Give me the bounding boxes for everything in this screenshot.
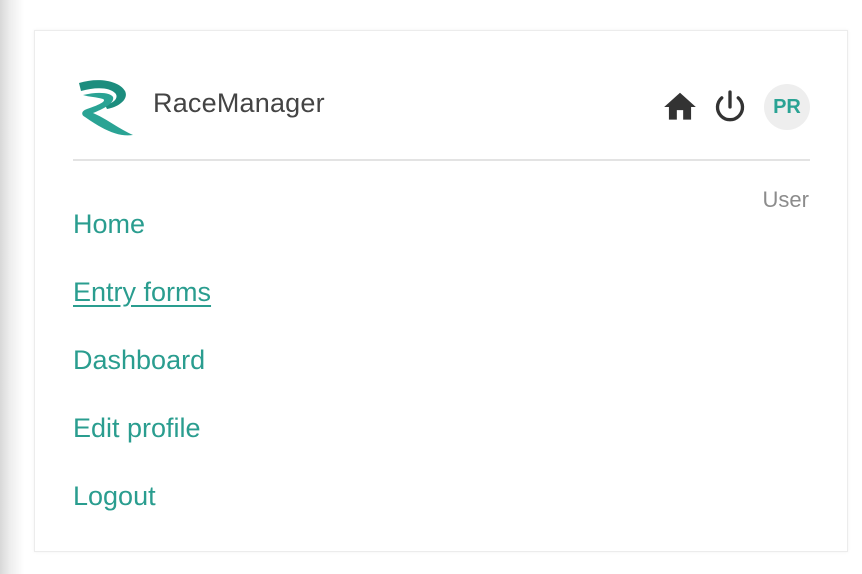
header-divider <box>73 159 810 161</box>
nav-link-edit-profile[interactable]: Edit profile <box>73 405 201 451</box>
logout-power-button[interactable] <box>710 87 750 127</box>
racemanager-logo[interactable] <box>73 75 137 139</box>
nav-menu: Home Entry forms Dashboard Edit profile … <box>73 201 211 541</box>
power-icon <box>715 90 745 122</box>
user-avatar[interactable]: PR <box>764 84 810 130</box>
page-edge-shadow <box>0 0 24 574</box>
nav-item-entry-forms: Entry forms <box>73 269 211 337</box>
nav-item-home: Home <box>73 201 211 269</box>
nav-link-dashboard[interactable]: Dashboard <box>73 337 205 383</box>
nav-item-edit-profile: Edit profile <box>73 405 211 473</box>
nav-link-logout[interactable]: Logout <box>73 473 156 519</box>
user-role-label: User <box>762 187 809 212</box>
home-button[interactable] <box>660 87 700 127</box>
home-icon <box>664 92 696 120</box>
nav-link-entry-forms[interactable]: Entry forms <box>73 269 211 315</box>
header-actions: PR <box>650 83 810 131</box>
menu-card: RaceManager PR User Home Entry forms Das… <box>34 30 848 552</box>
app-header: RaceManager PR <box>73 75 810 139</box>
nav-link-home[interactable]: Home <box>73 201 145 247</box>
nav-item-dashboard: Dashboard <box>73 337 211 405</box>
nav-item-logout: Logout <box>73 473 211 541</box>
app-brand-name: RaceManager <box>153 88 325 118</box>
